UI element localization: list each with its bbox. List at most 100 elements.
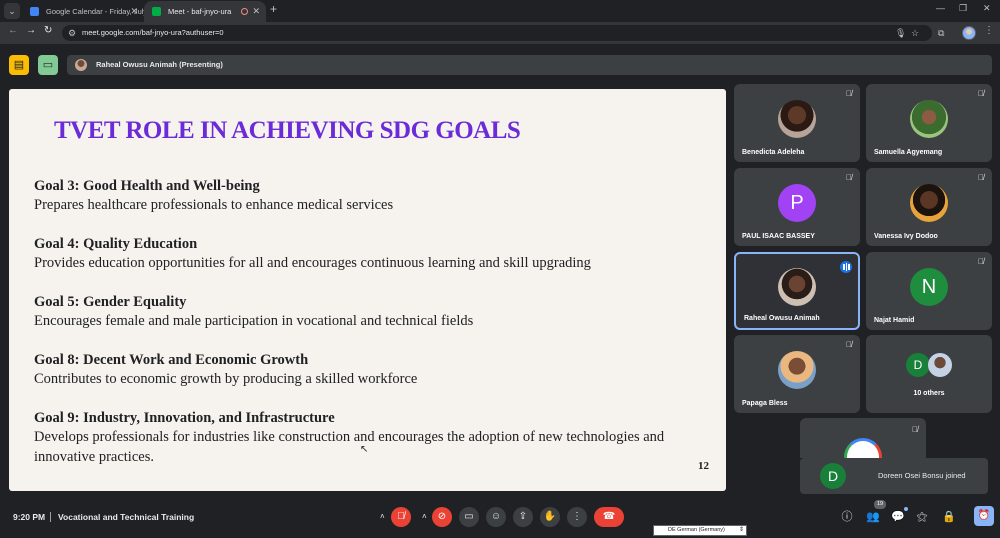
- forward-button[interactable]: →: [26, 25, 36, 36]
- participant-avatar: [778, 100, 816, 138]
- present-screen-button[interactable]: ⇪: [513, 507, 533, 527]
- captions-button[interactable]: ▭: [459, 507, 479, 527]
- raise-hand-button[interactable]: ✋: [540, 507, 560, 527]
- tab-title: Meet - baf-jnyo-ura: [168, 7, 232, 16]
- goal-heading: Goal 4: Quality Education: [34, 236, 198, 252]
- joined-user-avatar: D: [820, 463, 846, 489]
- muted-mic-icon: 🎙̸: [978, 173, 984, 182]
- activities-app-button[interactable]: ▤: [9, 55, 29, 75]
- goal-item: Goal 5: Gender Equality Encourages femal…: [34, 293, 704, 332]
- speaking-indicator-icon: [840, 261, 852, 273]
- people-icon[interactable]: 👥: [864, 508, 882, 526]
- others-photo-avatar: [928, 353, 952, 377]
- goal-heading: Goal 9: Industry, Innovation, and Infras…: [34, 410, 335, 426]
- profile-avatar[interactable]: [962, 26, 976, 40]
- participant-name: Benedicta Adeleha: [742, 149, 805, 156]
- tab-google-meet[interactable]: Meet - baf-jnyo-ura ✕: [144, 1, 266, 22]
- leave-call-button[interactable]: ☎: [594, 507, 624, 527]
- reactions-button[interactable]: ☺: [486, 507, 506, 527]
- chat-unread-dot: [904, 507, 908, 511]
- muted-mic-icon: 🎙̸: [912, 425, 918, 434]
- participant-avatar: [778, 351, 816, 389]
- participant-name: Vanessa Ivy Dodoo: [874, 233, 938, 240]
- bookmark-star-icon[interactable]: ☆: [911, 25, 919, 41]
- video-options-chevron-icon[interactable]: ˄: [422, 507, 427, 527]
- goal-item: Goal 9: Industry, Innovation, and Infras…: [34, 409, 704, 467]
- goal-heading: Goal 5: Gender Equality: [34, 294, 187, 310]
- muted-mic-icon: 🎙̸: [846, 89, 852, 98]
- others-label: 10 others: [913, 390, 945, 397]
- back-button[interactable]: ←: [8, 25, 18, 36]
- omnibox[interactable]: ⚙ meet.google.com/baf-jnyo-ura?authuser=…: [62, 25, 932, 41]
- companion-mode-button[interactable]: ⏰: [974, 506, 994, 526]
- divider: [50, 512, 51, 522]
- tab-google-calendar[interactable]: Google Calendar - Friday, July ✕: [22, 1, 144, 22]
- goal-heading: Goal 3: Good Health and Well-being: [34, 178, 260, 194]
- host-controls-icon[interactable]: 🔒: [940, 508, 958, 526]
- muted-mic-icon: 🎙̸: [846, 340, 852, 349]
- self-view-tile[interactable]: 🎙̸: [800, 418, 926, 476]
- url-text[interactable]: meet.google.com/baf-jnyo-ura?authuser=0: [82, 25, 224, 41]
- participant-count-badge: 19: [874, 500, 886, 509]
- extensions-icon[interactable]: ⧉: [938, 25, 944, 41]
- muted-mic-icon: 🎙̸: [978, 89, 984, 98]
- close-tab-icon[interactable]: ✕: [130, 1, 138, 22]
- goal-heading: Goal 8: Decent Work and Economic Growth: [34, 352, 309, 368]
- presenting-banner[interactable]: Raheal Owusu Animah (Presenting): [67, 55, 992, 75]
- meet-favicon-icon: [152, 7, 161, 16]
- participant-name: Najat Hamid: [874, 317, 915, 324]
- participant-initial-avatar: P: [778, 184, 816, 222]
- participant-tile[interactable]: P 🎙̸ PAUL ISAAC BASSEY: [734, 168, 860, 246]
- tab-title: Google Calendar - Friday, July: [46, 7, 144, 16]
- participant-tile[interactable]: 🎙̸ Vanessa Ivy Dodoo: [866, 168, 992, 246]
- reload-button[interactable]: ↻: [44, 25, 52, 36]
- join-notification: D Doreen Osei Bonsu joined: [800, 458, 988, 494]
- muted-mic-icon: 🎙̸: [978, 257, 984, 266]
- mic-off-button[interactable]: 🎙̸: [391, 507, 411, 527]
- goal-description: Prepares healthcare professionals to enh…: [34, 197, 394, 213]
- activities-icon[interactable]: ⚝: [913, 508, 931, 526]
- others-initial-avatar: D: [906, 353, 930, 377]
- meet-header: ▤ ▭ Raheal Owusu Animah (Presenting): [0, 44, 1000, 84]
- companion-app-button[interactable]: ▭: [38, 55, 58, 75]
- participant-avatar: [910, 184, 948, 222]
- meeting-details-icon[interactable]: ⓘ: [838, 508, 856, 526]
- select-arrows-icon: ⇕: [738, 527, 744, 533]
- participant-tile[interactable]: N 🎙̸ Najat Hamid: [866, 252, 992, 330]
- close-window-button[interactable]: ✕: [983, 3, 991, 14]
- language-select[interactable]: DE German (Germany) ⇕: [653, 525, 747, 536]
- presenter-label: Raheal Owusu Animah (Presenting): [96, 60, 223, 69]
- participant-avatar: [778, 268, 816, 306]
- restore-button[interactable]: ❐: [959, 3, 967, 14]
- participant-name: PAUL ISAAC BASSEY: [742, 233, 815, 240]
- language-select-value: DE German (Germany): [668, 527, 725, 533]
- participant-name: Papaga Bless: [742, 400, 788, 407]
- bottom-control-bar: 9:20 PM Vocational and Technical Trainin…: [0, 498, 1000, 538]
- new-tab-button[interactable]: +: [270, 2, 277, 16]
- goal-item: Goal 8: Decent Work and Economic Growth …: [34, 351, 704, 390]
- participant-initial-avatar: N: [910, 268, 948, 306]
- browser-menu-icon[interactable]: ⋮: [984, 25, 994, 36]
- participant-avatar: [910, 100, 948, 138]
- participant-tile-speaking[interactable]: Raheal Owusu Animah: [734, 252, 860, 330]
- site-info-icon[interactable]: ⚙: [68, 25, 76, 41]
- goal-description: Encourages female and male participation…: [34, 313, 474, 329]
- goal-item: Goal 3: Good Health and Well-being Prepa…: [34, 177, 704, 216]
- meeting-time: 9:20 PM: [13, 512, 46, 522]
- microphone-permission-icon[interactable]: 🎙: [895, 25, 906, 41]
- recording-indicator-icon: [241, 8, 248, 15]
- participant-tile[interactable]: 🎙̸ Samuella Agyemang: [866, 84, 992, 162]
- participant-tile[interactable]: 🎙̸ Papaga Bless: [734, 335, 860, 413]
- tab-search-button[interactable]: ⌄: [4, 3, 20, 19]
- more-options-button[interactable]: ⋮: [567, 507, 587, 527]
- camera-off-button[interactable]: ⊘: [432, 507, 452, 527]
- browser-tab-bar: ⌄ Google Calendar - Friday, July ✕ Meet …: [0, 0, 1000, 22]
- audio-options-chevron-icon[interactable]: ˄: [380, 507, 385, 527]
- participant-tile[interactable]: 🎙̸ Benedicta Adeleha: [734, 84, 860, 162]
- calendar-favicon-icon: [30, 7, 39, 16]
- goal-description: Contributes to economic growth by produc…: [34, 371, 418, 387]
- participant-name: Raheal Owusu Animah: [744, 315, 820, 322]
- minimize-button[interactable]: —: [936, 3, 945, 13]
- close-tab-icon[interactable]: ✕: [252, 1, 260, 22]
- others-tile[interactable]: D 10 others: [866, 335, 992, 413]
